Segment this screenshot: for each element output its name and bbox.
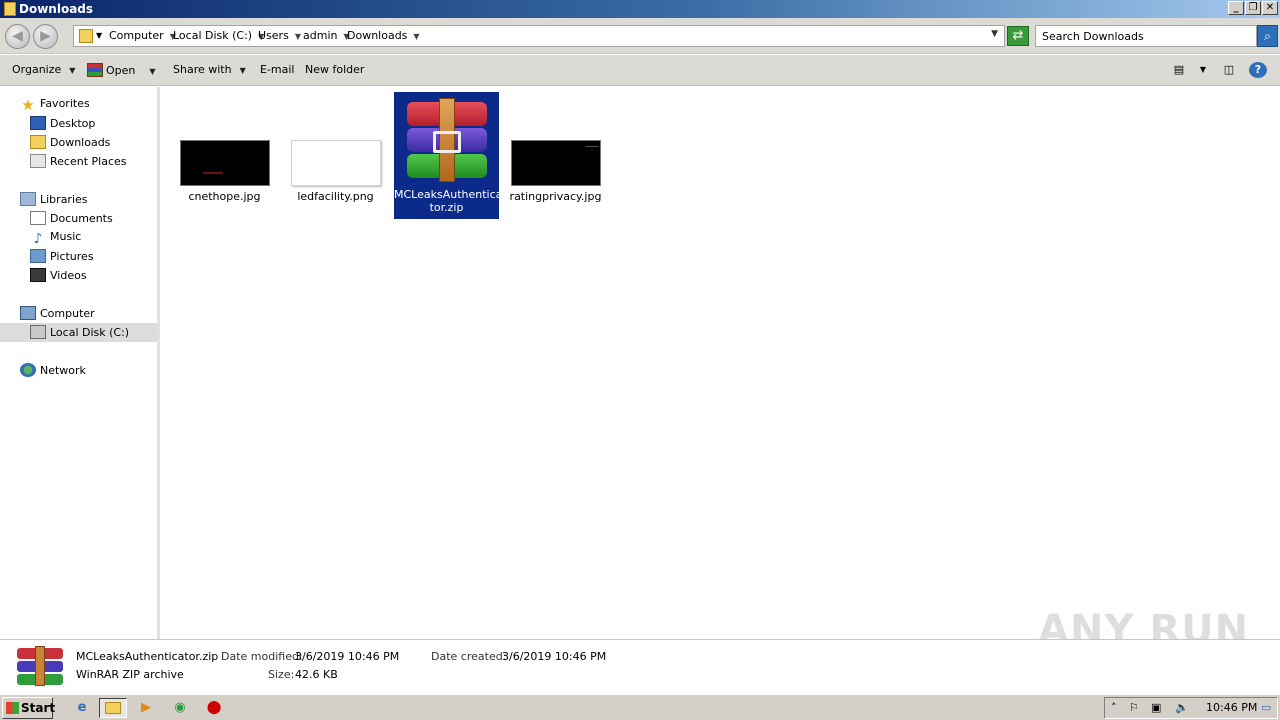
breadcrumb-computer[interactable]: Computer ▼ (109, 29, 176, 42)
title-bar: Downloads _ ❐ ✕ (0, 0, 1280, 18)
view-options-chevron-down-icon[interactable]: ▼ (1194, 62, 1212, 78)
nav-music[interactable]: ♪ Music (30, 230, 82, 249)
details-pane: MCLeaksAuthenticator.zip WinRAR ZIP arch… (0, 639, 1280, 693)
desktop-icon (30, 116, 46, 130)
star-icon: ★ (21, 96, 35, 114)
winrar-archive-icon (17, 646, 63, 686)
file-list: cnethope.jpg ledfacility.png MCLeaksAuth… (160, 87, 1280, 639)
address-row: ◀ ▶ ▼ Computer ▼ Local Disk (C:) ▼ Users ▼ … (0, 18, 1280, 54)
action-center-flag-icon[interactable]: ⚐ (1129, 701, 1139, 714)
nav-pictures[interactable]: Pictures (30, 249, 94, 268)
image-thumbnail (510, 140, 601, 186)
change-view-icon[interactable]: ▤ (1170, 62, 1188, 78)
show-hidden-icons-icon[interactable]: ˄ (1111, 701, 1117, 714)
media-player-icon[interactable]: ▶ (135, 698, 157, 718)
music-icon: ♪ (33, 231, 43, 247)
nav-recent-places[interactable]: Recent Places (30, 154, 127, 173)
detail-size-value: 42.6 KB (295, 668, 338, 681)
nav-downloads[interactable]: Downloads (30, 135, 110, 154)
open-button[interactable]: Open ▼ (87, 63, 156, 77)
breadcrumb-downloads[interactable]: Downloads ▼ (347, 29, 420, 42)
breadcrumb-local-disk[interactable]: Local Disk (C:) ▼ (173, 29, 264, 42)
navigation-pane: ★ Favorites Desktop Downloads Recent Plac… (0, 87, 157, 639)
share-with-button[interactable]: Share with ▼ (173, 63, 246, 76)
network-icon (20, 363, 36, 377)
help-icon[interactable]: ? (1249, 62, 1267, 78)
chrome-icon[interactable]: ◉ (169, 698, 191, 718)
detail-file-name: MCLeaksAuthenticator.zip (76, 650, 219, 663)
alert-icon[interactable]: ⬤ (203, 698, 225, 718)
detail-file-type: WinRAR ZIP archive (76, 668, 184, 681)
folder-icon (4, 2, 16, 16)
videos-icon (30, 268, 46, 282)
libraries-icon (20, 192, 36, 206)
file-name: ledfacility.png (297, 190, 374, 203)
detail-created-label: Date created: (431, 650, 507, 663)
file-item-selected[interactable]: MCLeaksAuthentica tor.zip (394, 92, 503, 219)
show-desktop-icon[interactable]: ▭ (1261, 701, 1271, 714)
refresh-icon[interactable]: ⇄ (1007, 26, 1029, 46)
file-name: MCLeaksAuthentica tor.zip (394, 188, 503, 214)
clock[interactable]: 10:46 PM (1206, 701, 1257, 714)
search-input[interactable]: Search Downloads (1035, 25, 1257, 47)
image-thumbnail (290, 140, 381, 186)
file-item[interactable]: ratingprivacy.jpg (503, 140, 608, 203)
downloads-folder-icon (30, 135, 46, 149)
nav-network[interactable]: Network (20, 363, 86, 382)
documents-icon (30, 211, 46, 225)
nav-documents[interactable]: Documents (30, 211, 113, 230)
search-icon[interactable]: ⌕ (1257, 25, 1278, 47)
detail-size-label: Size: (268, 668, 295, 681)
organize-button[interactable]: Organize ▼ (12, 63, 75, 76)
file-name: ratingprivacy.jpg (509, 190, 602, 203)
address-bar[interactable]: ▼ Computer ▼ Local Disk (C:) ▼ Users ▼ admi… (73, 25, 1005, 47)
nav-desktop[interactable]: Desktop (30, 116, 95, 135)
local-disk-icon (30, 325, 46, 339)
start-button[interactable]: Start (2, 697, 55, 719)
explorer-taskbar-icon[interactable] (99, 698, 127, 718)
email-button[interactable]: E-mail (260, 63, 295, 76)
internet-explorer-icon[interactable]: e (71, 698, 93, 718)
preview-pane-icon[interactable]: ◫ (1220, 62, 1238, 78)
taskbar: Start e ▶ ◉ ⬤ ˄ ⚐ ▣ 🔈 10:46 PM ▭ (0, 694, 1280, 720)
pictures-icon (30, 249, 46, 263)
windows-logo-icon (6, 702, 19, 714)
minimize-button[interactable]: _ (1228, 1, 1244, 15)
file-item[interactable]: ledfacility.png (283, 140, 388, 203)
forward-button[interactable]: ▶ (33, 24, 58, 49)
volume-icon[interactable]: 🔈 (1175, 701, 1189, 714)
system-tray: ˄ ⚐ ▣ 🔈 10:46 PM ▭ (1104, 697, 1278, 719)
breadcrumb-users[interactable]: Users ▼ (258, 29, 301, 42)
detail-created-value: 3/6/2019 10:46 PM (502, 650, 607, 663)
computer-icon (20, 306, 36, 320)
folder-icon (79, 29, 93, 43)
nav-libraries[interactable]: Libraries (20, 192, 88, 211)
winrar-archive-icon (401, 98, 493, 182)
file-item[interactable]: cnethope.jpg (172, 140, 277, 203)
window-title: Downloads (19, 2, 94, 16)
winrar-icon (87, 63, 103, 77)
new-folder-button[interactable]: New folder (305, 63, 364, 76)
nav-videos[interactable]: Videos (30, 268, 87, 287)
nav-local-disk[interactable]: Local Disk (C:) (0, 323, 157, 342)
recent-places-icon (30, 154, 46, 168)
breadcrumb-admin[interactable]: admin ▼ (303, 29, 350, 42)
restore-button[interactable]: ❐ (1245, 1, 1261, 15)
address-dropdown-icon[interactable]: ▼ (991, 29, 998, 39)
command-bar: Organize ▼ Open ▼ Share with ▼ E-mail New f… (0, 55, 1280, 86)
chevron-down-icon[interactable]: ▼ (96, 31, 102, 40)
close-button[interactable]: ✕ (1262, 1, 1278, 15)
detail-modified-value: 3/6/2019 10:46 PM (295, 650, 400, 663)
network-tray-icon[interactable]: ▣ (1151, 701, 1161, 714)
detail-modified-label: Date modified: (221, 650, 303, 663)
file-name: cnethope.jpg (188, 190, 261, 203)
back-button[interactable]: ◀ (5, 24, 30, 49)
image-thumbnail (179, 140, 270, 186)
nav-favorites[interactable]: ★ Favorites (20, 96, 89, 116)
